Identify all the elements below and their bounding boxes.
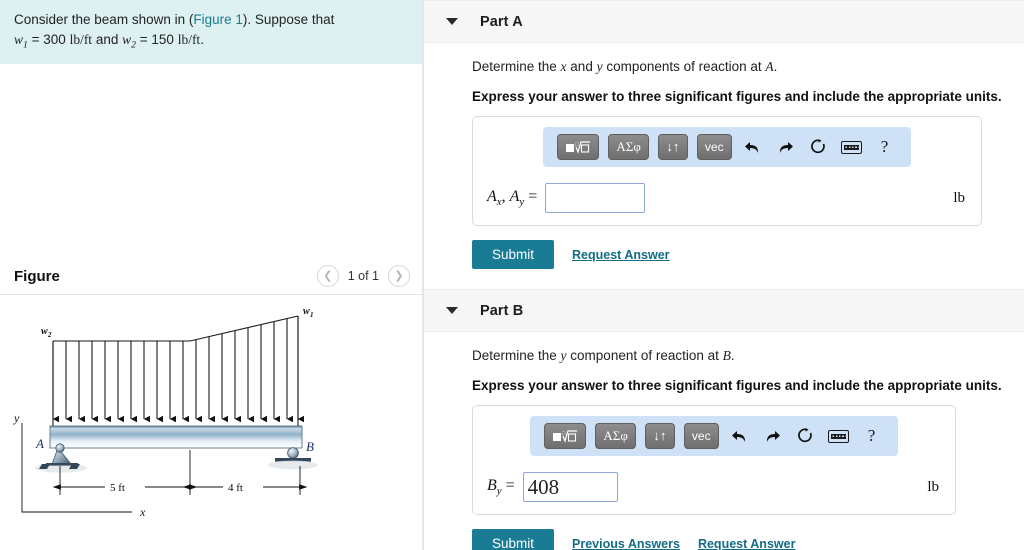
- part-a-submit-button[interactable]: Submit: [472, 240, 555, 269]
- w2-value: 150: [151, 31, 174, 47]
- w1-units: lb/ft: [69, 31, 93, 47]
- part-b-request-answer-link[interactable]: Request Answer: [698, 537, 795, 550]
- sort-arrows-button[interactable]: ↓↑: [657, 134, 688, 160]
- problem-trailing: .: [200, 31, 204, 47]
- keyboard-icon[interactable]: [840, 140, 864, 154]
- part-a-answer-input[interactable]: [545, 183, 646, 213]
- part-a-instruction: Express your answer to three significant…: [472, 89, 1002, 104]
- problem-connector: and: [95, 31, 119, 47]
- figure-header: Figure ❮ 1 of 1 ❯: [0, 258, 424, 294]
- problem-text-post: ). Suppose that: [242, 12, 335, 27]
- vector-button[interactable]: vec: [696, 134, 732, 160]
- undo-icon[interactable]: [741, 140, 765, 155]
- problem-statement: Consider the beam shown in (Figure 1). S…: [0, 0, 422, 65]
- radical-glyph-icon: □: [553, 429, 578, 443]
- part-b-units: lb: [927, 479, 939, 495]
- svg-text:□: □: [562, 431, 566, 437]
- part-b-header[interactable]: Part B: [424, 289, 1024, 332]
- part-a-units: lb: [953, 190, 965, 206]
- redo-icon[interactable]: [761, 429, 785, 444]
- part-a-mathbar: □ ΑΣφ ↓↑ vec ?: [543, 127, 911, 167]
- dim-left-label: 5 ft: [110, 482, 125, 494]
- keyboard-icon[interactable]: [827, 429, 851, 443]
- part-a-section: Part A Determine the x and y components …: [424, 0, 1024, 269]
- dimension-lines: [52, 450, 308, 495]
- part-a-actions: Submit Request Answer: [472, 240, 1002, 269]
- part-b-prompt: Determine the y component of reaction at…: [472, 348, 735, 363]
- reset-icon[interactable]: [794, 428, 818, 444]
- figure-title: Figure: [14, 267, 60, 285]
- part-b-label: Part B: [480, 302, 524, 319]
- sort-arrows-button[interactable]: ↓↑: [644, 423, 675, 449]
- problem-page: Consider the beam shown in (Figure 1). S…: [0, 0, 1024, 550]
- right-panel: Part A Determine the x and y components …: [424, 0, 1024, 550]
- label-w1: w: [303, 306, 310, 317]
- dim-right-label: 4 ft: [228, 482, 243, 494]
- help-icon[interactable]: ?: [860, 426, 884, 446]
- greek-symbols-button[interactable]: ΑΣφ: [608, 134, 649, 160]
- label-support-b: B: [306, 439, 314, 454]
- prompt-target: A: [765, 59, 774, 74]
- caret-down-icon[interactable]: [446, 307, 458, 314]
- part-a-header[interactable]: Part A: [424, 0, 1024, 43]
- part-b-field-row: By =: [487, 472, 941, 502]
- part-a-prompt: Determine the x and y components of reac…: [472, 59, 778, 74]
- part-b-mathbar: □ ΑΣφ ↓↑ vec ?: [530, 416, 898, 456]
- part-b-body: Determine the y component of reaction at…: [424, 332, 1024, 550]
- beam-body: [49, 425, 303, 449]
- part-b-actions: Submit Previous Answers Request Answer: [472, 529, 1002, 550]
- template-radical-button[interactable]: □: [544, 423, 587, 449]
- w1-symbol: w1: [14, 31, 28, 51]
- undo-icon[interactable]: [728, 429, 752, 444]
- greek-symbols-button[interactable]: ΑΣφ: [595, 423, 636, 449]
- figure-nav: ❮ 1 of 1 ❯: [316, 265, 410, 287]
- svg-text:□: □: [575, 142, 579, 148]
- radical-glyph-icon: □: [566, 140, 591, 154]
- part-b-instruction: Express your answer to three significant…: [472, 378, 1002, 393]
- prompt-target: B: [722, 348, 731, 363]
- beam-diagram: w 2 w 1 A B 5 ft 4 ft y x: [0, 300, 424, 550]
- load-arrows: [52, 316, 305, 423]
- part-b-answer-box: □ ΑΣφ ↓↑ vec ? By = 408 lb: [472, 405, 956, 515]
- part-b-submit-button[interactable]: Submit: [472, 529, 555, 550]
- vector-button[interactable]: vec: [683, 423, 719, 449]
- part-b-field-label: By =: [487, 476, 515, 498]
- part-a-label: Part A: [480, 13, 523, 30]
- part-a-request-answer-link[interactable]: Request Answer: [572, 248, 669, 262]
- label-w2-sub: 2: [47, 331, 52, 339]
- help-icon[interactable]: ?: [873, 137, 897, 157]
- problem-text-pre: Consider the beam shown in (: [14, 12, 194, 27]
- w2-units: lb/ft: [177, 31, 201, 47]
- axis-x-label: x: [139, 505, 146, 519]
- w1-value: 300: [43, 31, 66, 47]
- caret-down-icon[interactable]: [446, 18, 458, 25]
- label-support-a: A: [35, 436, 44, 451]
- label-w2: w: [41, 326, 48, 337]
- chevron-right-icon[interactable]: ❯: [388, 265, 410, 287]
- part-a-field-row: Ax, Ay =: [487, 183, 967, 213]
- part-b-section: Part B Determine the y component of reac…: [424, 289, 1024, 550]
- part-b-answer-input[interactable]: [522, 472, 618, 502]
- beam-diagram-svg: w 2 w 1 A B 5 ft 4 ft y x: [13, 306, 318, 519]
- figure-1-link[interactable]: Figure 1: [193, 12, 243, 27]
- w2-symbol: w2: [122, 31, 136, 51]
- template-radical-button[interactable]: □: [557, 134, 600, 160]
- part-a-answer-box: □ ΑΣφ ↓↑ vec ? Ax, Ay = lb: [472, 116, 982, 226]
- left-panel: Consider the beam shown in (Figure 1). S…: [0, 0, 424, 550]
- axis-y-label: y: [13, 411, 20, 425]
- part-a-body: Determine the x and y components of reac…: [424, 43, 1024, 269]
- label-w1-sub: 1: [310, 311, 314, 319]
- chevron-left-icon[interactable]: ❮: [316, 265, 339, 287]
- reset-icon[interactable]: [807, 139, 831, 155]
- figure-counter: 1 of 1: [347, 269, 379, 283]
- figure-divider: [0, 294, 424, 295]
- part-b-previous-answers-link[interactable]: Previous Answers: [572, 537, 680, 550]
- redo-icon[interactable]: [774, 140, 798, 155]
- part-a-field-label: Ax, Ay =: [487, 187, 538, 209]
